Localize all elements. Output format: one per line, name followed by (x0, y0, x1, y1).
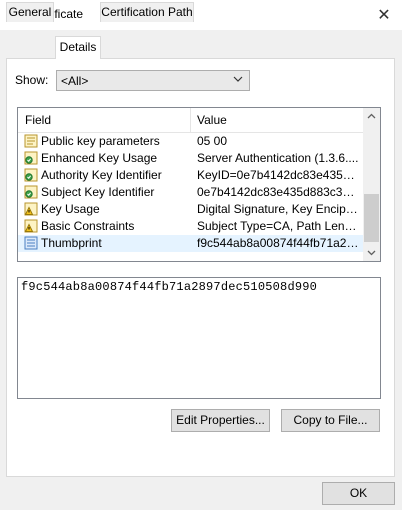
edit-properties-button[interactable]: Edit Properties... (171, 409, 270, 432)
row-field: Public key parameters (41, 134, 160, 148)
scroll-down-button[interactable] (363, 244, 380, 261)
ok-button[interactable]: OK (322, 482, 395, 505)
scroll-thumb[interactable] (364, 194, 379, 242)
tab-certification-path-label: Certification Path (101, 5, 193, 19)
chevron-down-icon (233, 74, 243, 87)
list-row[interactable]: Key Usage Digital Signature, Key Enciphe… (18, 201, 363, 218)
row-field: Authority Key Identifier (41, 168, 162, 182)
copy-to-file-button[interactable]: Copy to File... (281, 409, 380, 432)
row-value: 05 00 (197, 134, 228, 148)
list-row[interactable]: Authority Key Identifier KeyID=0e7b4142d… (18, 167, 363, 184)
list-header: Field Value (18, 108, 363, 133)
vertical-scrollbar[interactable] (363, 108, 380, 261)
row-field: Basic Constraints (41, 219, 135, 233)
tab-details[interactable]: Details (55, 36, 101, 59)
column-header-value[interactable]: Value (197, 113, 227, 127)
row-value: Subject Type=CA, Path Lengt... (197, 219, 359, 233)
list-row[interactable]: Basic Constraints Subject Type=CA, Path … (18, 218, 363, 235)
row-field: Thumbprint (41, 236, 102, 250)
row-value: 0e7b4142dc83e435d883c33a... (197, 185, 359, 199)
tab-details-label: Details (59, 40, 97, 54)
extension-icon (24, 185, 38, 199)
column-header-field[interactable]: Field (25, 113, 51, 127)
scroll-up-button[interactable] (363, 108, 380, 125)
list-row[interactable]: Subject Key Identifier 0e7b4142dc83e435d… (18, 184, 363, 201)
fields-list[interactable]: Field Value Public key parameters 05 00 … (17, 107, 381, 262)
certificate-field-icon (24, 134, 38, 148)
value-detail-box[interactable]: f9c544ab8a00874f44fb71a2897dec510508d990 (17, 277, 381, 399)
row-value: KeyID=0e7b4142dc83e435d8... (197, 168, 359, 182)
row-value: f9c544ab8a00874f44fb71a28... (197, 236, 359, 250)
tab-general[interactable]: General (6, 2, 54, 22)
title-bar: Certificate ✕ (0, 0, 402, 30)
row-field: Key Usage (41, 202, 100, 216)
property-icon (24, 236, 38, 250)
list-row[interactable]: Enhanced Key Usage Server Authentication… (18, 150, 363, 167)
critical-extension-icon (24, 219, 38, 233)
show-dropdown-value: <All> (61, 74, 89, 88)
row-field: Subject Key Identifier (41, 185, 155, 199)
chevron-down-icon (367, 250, 376, 256)
show-label: Show: (15, 73, 49, 87)
list-row[interactable]: Public key parameters 05 00 (18, 133, 363, 150)
extension-icon (24, 168, 38, 182)
row-value: Digital Signature, Key Encipher... (197, 202, 359, 216)
tab-general-label: General (8, 5, 52, 19)
close-button[interactable]: ✕ (372, 3, 396, 27)
tab-certification-path[interactable]: Certification Path (100, 2, 194, 22)
detail-text[interactable]: f9c544ab8a00874f44fb71a2897dec510508d990 (21, 280, 317, 294)
chevron-up-icon (367, 113, 376, 119)
column-divider[interactable] (190, 108, 191, 132)
row-field: Enhanced Key Usage (41, 151, 158, 165)
extension-icon (24, 151, 38, 165)
row-value: Server Authentication (1.3.6.... (197, 151, 359, 165)
list-row-selected[interactable]: Thumbprint f9c544ab8a00874f44fb71a28... (18, 235, 363, 252)
show-dropdown[interactable]: <All> (56, 70, 250, 91)
close-icon: ✕ (377, 7, 391, 24)
critical-extension-icon (24, 202, 38, 216)
